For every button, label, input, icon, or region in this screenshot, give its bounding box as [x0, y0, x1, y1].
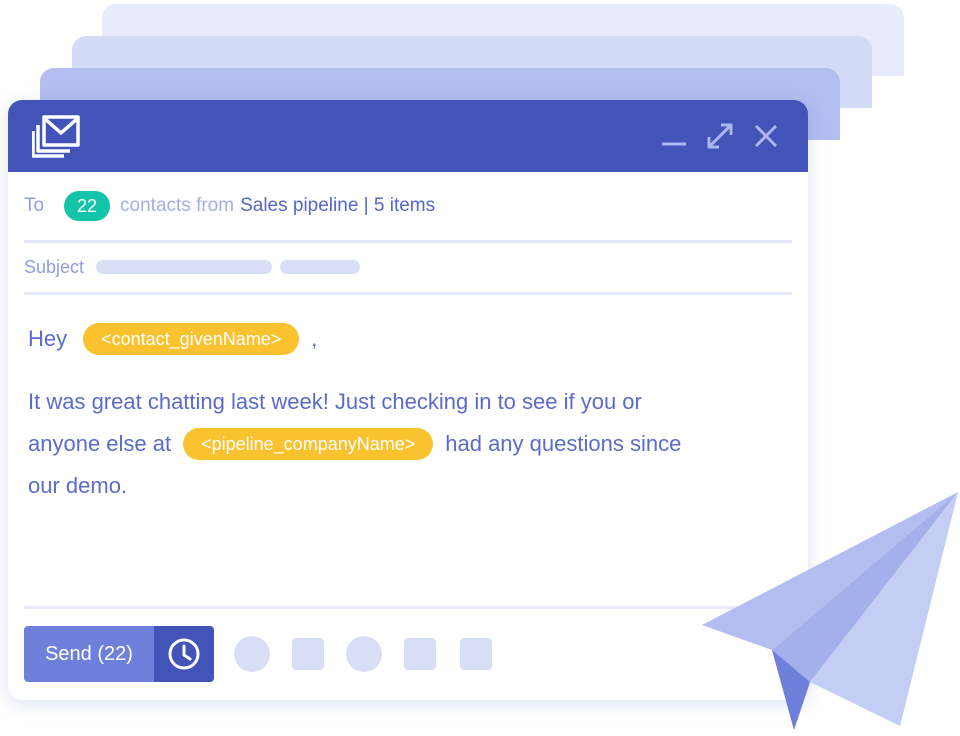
message-line-2-start: anyone else at — [28, 431, 172, 456]
expand-icon — [707, 123, 733, 149]
close-icon — [754, 124, 778, 148]
minimize-button[interactable] — [658, 120, 690, 152]
subject-field[interactable]: Subject — [24, 254, 368, 280]
schedule-send-button[interactable] — [154, 626, 214, 682]
message-line-1: It was great chatting last week! Just ch… — [28, 389, 642, 414]
contact-name-token[interactable]: <contact_givenName> — [83, 323, 300, 355]
message-line: It was great chatting last week! Just ch… — [28, 385, 642, 419]
pipeline-source-link[interactable]: Sales pipeline | 5 items — [240, 195, 435, 217]
toolbar-square-button[interactable] — [460, 638, 492, 670]
compose-header — [8, 100, 808, 172]
email-compose-window: To 22 contacts from Sales pipeline | 5 i… — [8, 100, 808, 700]
greeting-comma: , — [311, 326, 318, 351]
toolbar-round-button[interactable] — [346, 636, 382, 672]
recipients-text: contacts from — [120, 195, 235, 216]
toolbar-square-button[interactable] — [404, 638, 436, 670]
message-line-3: our demo. — [28, 473, 128, 498]
message-line: anyone else at <pipeline_companyName> ha… — [28, 427, 681, 461]
toolbar-square-button[interactable] — [292, 638, 324, 670]
paper-plane-icon — [702, 492, 958, 730]
send-button-group: Send (22) — [24, 626, 214, 682]
send-button[interactable]: Send (22) — [24, 626, 154, 682]
greeting-line: Hey <contact_givenName> , — [28, 322, 317, 356]
clock-icon — [168, 638, 200, 670]
message-line-2-end: had any questions since — [445, 431, 682, 456]
subject-placeholder-bar — [280, 260, 361, 274]
divider — [24, 606, 792, 609]
close-button[interactable] — [750, 120, 782, 152]
maximize-button[interactable] — [704, 120, 736, 152]
message-line: our demo. — [28, 469, 127, 503]
recipient-count-badge[interactable]: 22 — [64, 191, 111, 221]
recipients-row: To 22 contacts from Sales pipeline | 5 i… — [24, 186, 794, 226]
minimize-icon — [662, 142, 686, 146]
toolbar-round-button[interactable] — [234, 636, 270, 672]
greeting-text: Hey — [28, 326, 68, 351]
mail-stack-icon — [31, 114, 82, 158]
divider — [24, 240, 792, 243]
to-label: To — [24, 195, 45, 216]
subject-label: Subject — [24, 256, 85, 277]
company-name-token[interactable]: <pipeline_companyName> — [183, 428, 434, 460]
divider — [24, 292, 792, 295]
subject-placeholder-bar — [96, 260, 273, 274]
